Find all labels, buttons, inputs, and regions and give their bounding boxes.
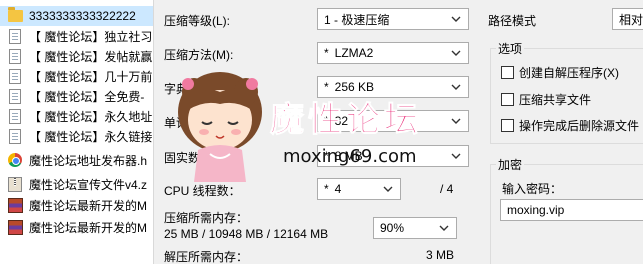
document-icon [6,108,24,124]
cpu-threads-total: / 4 [440,182,454,196]
document-icon [6,88,24,104]
compression-level-label: 压缩等级(L): [164,14,231,28]
watermark-url: moxing69.com [283,146,417,167]
rar-icon [6,219,24,235]
rar-icon [6,197,24,213]
chevron-down-icon [450,14,462,24]
list-item[interactable]: 【 魔性论坛】永久地址 [0,106,153,126]
cpu-threads-value: 4 [334,182,342,196]
file-name: 魔性论坛宣传文件v4.z [29,177,148,192]
memory-percent-value: 90% [380,221,405,235]
chevron-down-icon [438,223,450,233]
compression-method-label: 压缩方法(M): [164,48,234,62]
pane-divider [153,0,154,264]
document-icon [6,128,24,144]
encryption-group-title: 加密 [496,156,525,173]
file-name: 【 魔性论坛】独立社习 [29,29,153,44]
list-item[interactable]: 【 魔性论坛】发帖就赢 [0,46,153,66]
list-item[interactable]: 【 魔性论坛】全免费- [0,86,153,106]
file-name: 魔性论坛地址发布器.h [29,153,148,168]
list-item[interactable]: 魔性论坛地址发布器.h [0,150,153,170]
list-item[interactable]: 【 魔性论坛】几十万前 [0,66,153,86]
memory-compress-detail: 25 MB / 10948 MB / 12164 MB [164,227,329,241]
checkbox-box[interactable] [501,119,514,132]
file-name: 魔性论坛最新开发的M [29,198,147,213]
compression-method-select[interactable]: * LZMA2 [317,42,469,64]
password-input[interactable]: moxing.vip [500,199,643,221]
file-name: 【 魔性论坛】发帖就赢 [29,49,153,64]
zip-icon [6,176,24,192]
file-name: 【 魔性论坛】永久地址 [29,109,153,124]
checkbox-box[interactable] [501,66,514,79]
file-name: 3333333333322222 [29,9,136,23]
memory-percent-select[interactable]: 90% [373,217,457,239]
list-item[interactable]: 【 魔性论坛】永久链接 [0,126,153,146]
list-item[interactable]: 【 魔性论坛】独立社习 [0,26,153,46]
memory-decompress-label: 解压所需内存： [164,250,249,264]
file-name: 魔性论坛最新开发的M [29,220,147,235]
folder-icon [6,7,24,24]
delete-after-label: 操作完成后删除源文件 [519,119,640,133]
create-sfx-label: 创建自解压程序(X) [519,66,619,80]
chrome-icon [6,152,24,168]
default-marker: * [324,46,329,60]
delete-after-checkbox[interactable]: 操作完成后删除源文件 [501,117,639,134]
file-name: 【 魔性论坛】全免费- [29,89,145,104]
memory-compress-label: 压缩所需内存： [164,211,249,225]
compress-shared-label: 压缩共享文件 [519,93,592,107]
watermark-text: 魔性论坛 [270,100,422,141]
path-mode-value: 相对 [619,12,643,27]
document-icon [6,68,24,84]
document-icon [6,48,24,64]
chevron-down-icon [382,184,394,194]
memory-decompress-value: 3 MB [426,248,455,262]
checkbox-box[interactable] [501,93,514,106]
list-item[interactable]: 魔性论坛最新开发的M [0,195,153,215]
create-sfx-checkbox[interactable]: 创建自解压程序(X) [501,64,619,81]
path-mode-select[interactable]: 相对 [612,8,643,30]
compression-level-select[interactable]: 1 - 极速压缩 [317,8,469,30]
list-item[interactable]: 3333333333322222 [0,6,153,26]
list-item[interactable]: 魔性论坛最新开发的M [0,217,153,237]
compression-method-value: LZMA2 [334,46,374,60]
options-group-title: 选项 [496,40,525,57]
file-name: 【 魔性论坛】几十万前 [29,69,153,84]
compression-level-value: 1 - 极速压缩 [324,12,390,27]
chevron-down-icon [450,48,462,58]
list-item[interactable]: 魔性论坛宣传文件v4.z [0,174,153,194]
default-marker: * [324,182,329,196]
file-list[interactable]: 3333333333322222 【 魔性论坛】独立社习 【 魔性论坛】发帖就赢… [0,0,153,264]
password-value: moxing.vip [507,203,565,217]
document-icon [6,28,24,44]
password-label: 输入密码： [502,182,563,196]
path-mode-label: 路径模式 [488,14,537,28]
cpu-threads-label: CPU 线程数： [164,184,241,198]
file-name: 【 魔性论坛】永久链接 [29,129,153,144]
compress-shared-checkbox[interactable]: 压缩共享文件 [501,91,591,108]
